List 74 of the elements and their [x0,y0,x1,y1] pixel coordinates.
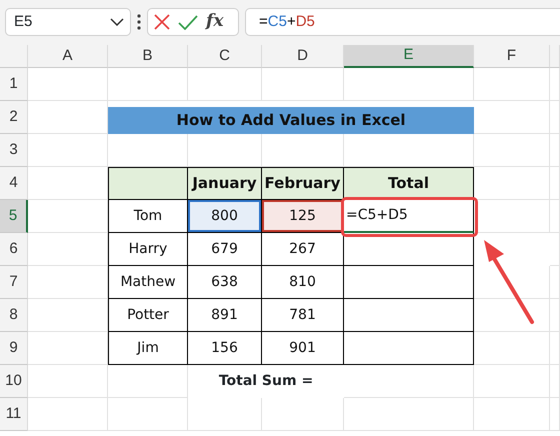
sheet-cell[interactable] [28,398,108,431]
row-header[interactable]: 6 [0,233,28,266]
row-header[interactable]: 1 [0,68,28,101]
column-heading: Total [344,167,474,200]
sheet-cell[interactable] [474,68,550,101]
table-cell: 267 [262,233,344,266]
total-sum-label: Total Sum = [218,372,314,391]
select-all-button[interactable] [0,45,28,68]
cancel-icon[interactable] [154,14,170,30]
sheet-cell[interactable] [474,365,550,398]
sheet-cell[interactable] [28,365,108,398]
column-header[interactable]: F [474,45,550,68]
table-cell: 891 [188,299,262,332]
row-header[interactable]: 3 [0,134,28,167]
sheet-title: How to Add Values in Excel [108,107,474,134]
sheet-cell[interactable] [474,398,550,431]
table-cell: Tom [108,200,188,233]
sheet-cell[interactable] [550,200,560,233]
row-header[interactable]: 5 [0,200,28,233]
insert-function-button[interactable]: fx [206,9,224,35]
table-cell: 679 [188,233,262,266]
table-cell: Potter [108,299,188,332]
column-heading: February [262,167,344,200]
sheet-cell[interactable] [550,299,560,332]
sheet-cell[interactable] [550,101,560,134]
check-icon[interactable] [178,14,198,30]
table-cell: Mathew [108,266,188,299]
sheet-cell[interactable] [344,398,474,431]
table-cell[interactable]: =C5+D5 [344,200,474,233]
table-cell: 156 [188,332,262,365]
column-header[interactable]: D [262,45,344,68]
row-header[interactable]: 2 [0,101,28,134]
name-box[interactable]: E5 [5,8,131,36]
column-header[interactable]: E [344,45,474,68]
sheet-cell[interactable] [344,68,474,101]
column-heading: January [188,167,262,200]
table-cell: 901 [262,332,344,365]
sheet-cell[interactable] [550,398,560,431]
sheet-cell[interactable] [262,68,344,101]
column-header[interactable] [550,45,560,68]
sheet-cell[interactable] [108,398,188,431]
sheet-cell[interactable] [108,68,188,101]
sheet-cell[interactable] [550,365,560,398]
row-header[interactable]: 9 [0,332,28,365]
column-header[interactable]: A [28,45,108,68]
row-header[interactable]: 7 [0,266,28,299]
sheet-cell[interactable] [550,167,560,200]
table-cell: 800 [188,200,262,233]
formula-field[interactable]: =C5+D5 [245,8,560,36]
column-header[interactable]: C [188,45,262,68]
sheet-cell[interactable] [550,332,560,365]
table-cell: 781 [262,299,344,332]
sheet-cell[interactable] [550,134,560,167]
row-header[interactable]: 10 [0,365,28,398]
sheet-cell[interactable] [550,233,560,266]
sheet-cell[interactable] [188,398,262,431]
table-cell: 810 [262,266,344,299]
table-cell: 125 [262,200,344,233]
column-header[interactable]: B [108,45,188,68]
sheet-cell[interactable] [550,68,560,101]
table-cell: Jim [108,332,188,365]
row-header[interactable]: 11 [0,398,28,431]
chevron-icon [110,18,124,26]
table-cell: Harry [108,233,188,266]
sheet-cell[interactable] [262,398,344,431]
sheet-cell[interactable] [474,134,550,167]
sheet-cell[interactable] [188,68,262,101]
row-header[interactable]: 4 [0,167,28,200]
sheet-cell[interactable] [550,266,560,299]
sheet-cell[interactable] [28,68,108,101]
row-header[interactable]: 8 [0,299,28,332]
table-cell: 638 [188,266,262,299]
sheet-cell[interactable] [28,134,108,167]
more-icon[interactable] [137,14,141,30]
